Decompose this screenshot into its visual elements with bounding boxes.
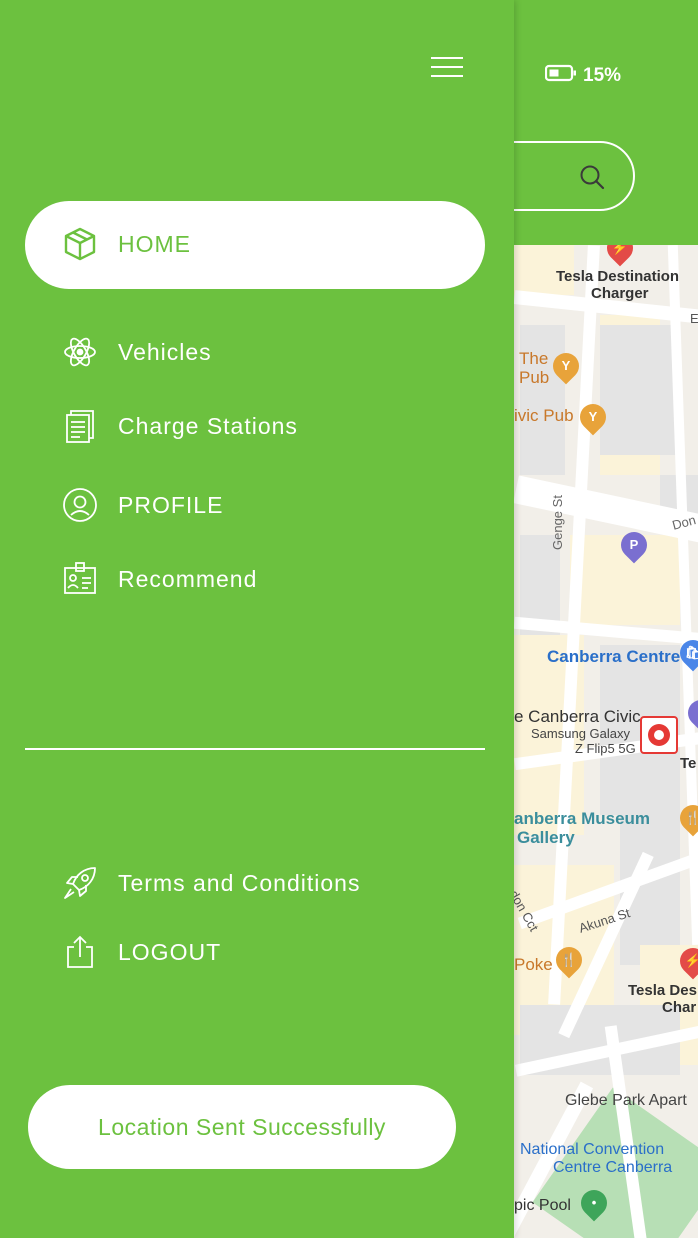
vodafone-logo-icon[interactable] <box>640 716 678 754</box>
hamburger-menu-icon[interactable] <box>430 56 464 78</box>
map-label: Gallery <box>517 828 575 847</box>
map-label: Genge St <box>550 495 565 550</box>
map-label: e Canberra Civic <box>514 707 641 726</box>
map-label: ivic Pub <box>514 406 574 425</box>
document-icon <box>62 408 98 444</box>
share-upload-icon <box>62 934 98 970</box>
menu-item-vehicles[interactable]: Vehicles <box>62 334 212 370</box>
restaurant-pin-icon[interactable]: 🍴 <box>550 941 588 979</box>
map-label: anberra Museum <box>514 809 651 828</box>
map-label: Tesla Des <box>628 982 697 999</box>
map-label: National Convention <box>520 1141 665 1158</box>
battery-icon <box>544 64 577 88</box>
map-label: Samsung Galaxy <box>531 726 630 741</box>
menu-item-label: HOME <box>118 230 191 257</box>
rocket-icon <box>62 865 98 901</box>
box-icon <box>62 226 98 262</box>
pool-pin-icon[interactable]: • <box>575 1184 613 1222</box>
menu-item-label: PROFILE <box>118 491 224 518</box>
search-icon[interactable] <box>578 163 606 196</box>
map-label: Pub <box>519 368 550 387</box>
map-label: Charger <box>591 285 649 302</box>
map-label: pic Pool <box>514 1197 571 1214</box>
map-label: E <box>690 311 698 326</box>
map-label: The <box>519 349 549 368</box>
map-label: Centre Canberra <box>553 1159 673 1176</box>
map-label: Poke <box>514 955 553 974</box>
id-card-icon <box>62 561 98 597</box>
menu-item-label: Terms and Conditions <box>118 869 361 896</box>
menu-item-label: Vehicles <box>118 338 212 365</box>
charger-pin-icon[interactable]: ⚡ <box>601 245 639 267</box>
map-label: Te <box>680 755 697 772</box>
map-label: Z Flip5 5G <box>575 741 636 756</box>
menu-item-label: Charge Stations <box>118 412 298 439</box>
menu-item-label: Recommend <box>118 565 258 592</box>
menu-item-label: LOGOUT <box>118 938 222 965</box>
toast-message: Location Sent Successfully <box>28 1085 456 1169</box>
map-label: Char <box>662 999 697 1016</box>
map-label: Canberra Centre <box>547 647 681 666</box>
menu-item-charge-stations[interactable]: Charge Stations <box>62 408 298 444</box>
menu-item-home[interactable]: HOME <box>62 226 191 262</box>
bar-pin-icon[interactable]: Y <box>574 398 612 436</box>
map-label: Glebe Park Apart <box>565 1092 687 1109</box>
map-label: Tesla Destination <box>556 268 680 285</box>
user-circle-icon <box>62 487 98 523</box>
menu-item-profile[interactable]: PROFILE <box>62 487 223 523</box>
battery-status: 15% <box>544 64 622 88</box>
menu-divider <box>25 748 485 750</box>
menu-item-terms[interactable]: Terms and Conditions <box>62 865 360 901</box>
bar-pin-icon[interactable]: Y <box>547 347 585 385</box>
menu-item-logout[interactable]: LOGOUT <box>62 934 221 970</box>
menu-item-recommend[interactable]: Recommend <box>62 561 257 597</box>
nav-drawer: HOME Vehicles Charge Stations PROFILE Re… <box>0 0 514 1238</box>
battery-percent: 15% <box>583 65 622 86</box>
atom-icon <box>62 334 98 370</box>
parking-pin-icon[interactable]: P <box>615 526 653 564</box>
